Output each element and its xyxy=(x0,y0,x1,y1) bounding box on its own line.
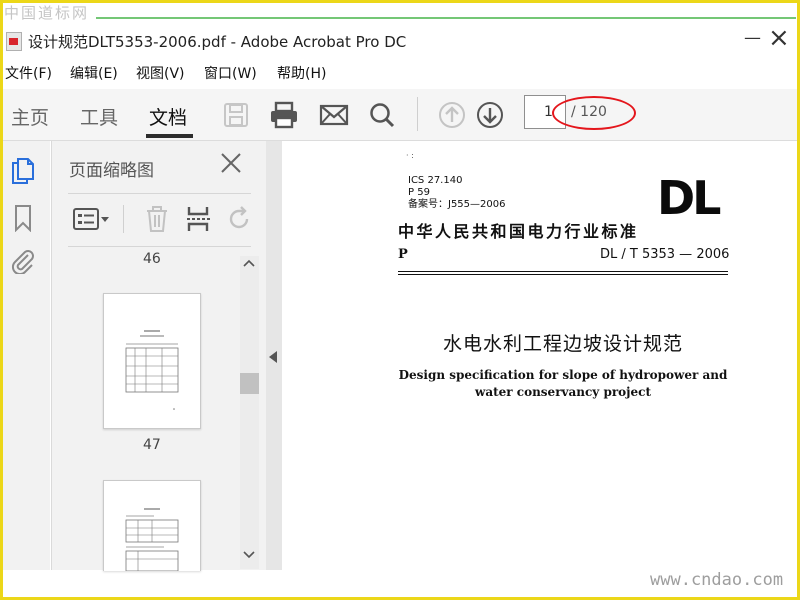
tab-document[interactable]: 文档 xyxy=(149,103,187,130)
document-english-title: Design specification for slope of hydrop… xyxy=(398,368,728,382)
menu-view[interactable]: 视图(V) xyxy=(136,63,185,83)
panel-close-icon[interactable] xyxy=(220,152,242,174)
bookmark-icon[interactable] xyxy=(8,203,38,233)
menu-edit[interactable]: 编辑(E) xyxy=(70,63,118,83)
thumbnail-options-icon[interactable] xyxy=(71,203,113,235)
toolbar-separator xyxy=(417,97,418,131)
menu-file[interactable]: 文件(F) xyxy=(5,63,52,83)
menu-window[interactable]: 窗口(W) xyxy=(204,63,257,83)
standard-title: 中华人民共和国电力行业标准 xyxy=(398,222,639,241)
page-down-icon[interactable] xyxy=(474,99,506,131)
thumbnail-label: 47 xyxy=(143,437,161,453)
page-up-icon[interactable] xyxy=(436,99,468,131)
toolbar xyxy=(3,89,797,141)
extract-icon[interactable] xyxy=(183,203,215,235)
tab-home[interactable]: 主页 xyxy=(11,103,49,130)
tab-tools[interactable]: 工具 xyxy=(80,103,118,130)
menu-help[interactable]: 帮助(H) xyxy=(277,63,326,83)
collapse-panel-icon[interactable] xyxy=(269,351,277,363)
rotate-icon[interactable] xyxy=(223,203,255,235)
search-icon[interactable] xyxy=(366,99,398,131)
thumbnail-label: 46 xyxy=(143,251,161,267)
watermark-top: 中国道标网 xyxy=(4,4,90,22)
close-window-button[interactable]: × xyxy=(768,25,790,51)
email-icon[interactable] xyxy=(318,99,350,131)
page-thumbnails-icon[interactable] xyxy=(8,156,38,186)
doc-p-label: P xyxy=(398,247,408,262)
panel-pointer xyxy=(40,164,48,178)
save-icon[interactable] xyxy=(220,99,252,131)
document-chinese-title: 水电水利工程边坡设计规范 xyxy=(442,333,683,355)
page-thumbnail[interactable] xyxy=(103,480,201,572)
document-english-title-line2: water conservancy project xyxy=(474,385,651,399)
panel-divider xyxy=(68,246,251,247)
pdf-file-icon xyxy=(6,32,22,51)
dl-logo: DL xyxy=(657,171,721,225)
active-tab-indicator xyxy=(146,134,193,138)
minimize-button[interactable]: — xyxy=(744,28,761,48)
panel-divider xyxy=(68,193,251,194)
doc-ics: ICS 27.140 xyxy=(408,175,463,186)
scroll-up-icon[interactable] xyxy=(243,259,255,270)
window-title: 设计规范DLT5353-2006.pdf - Adobe Acrobat Pro… xyxy=(28,33,407,51)
panel-tool-separator xyxy=(123,205,124,233)
watermark-bottom: www.cndao.com xyxy=(650,570,784,590)
delete-icon[interactable] xyxy=(141,203,173,235)
doc-p59: P 59 xyxy=(408,187,430,198)
standard-code: DL / T 5353 — 2006 xyxy=(600,247,730,262)
header-rule xyxy=(398,274,728,275)
watermark-line xyxy=(96,17,796,19)
panel-title: 页面缩略图 xyxy=(69,161,154,181)
thumbnail-scrollbar[interactable] xyxy=(240,256,259,569)
scroll-down-icon[interactable] xyxy=(243,551,255,562)
header-rule xyxy=(398,271,728,272)
page-thumbnail[interactable] xyxy=(103,293,201,429)
doc-record-number: 备案号：J555—2006 xyxy=(408,199,506,210)
attachment-icon[interactable] xyxy=(8,245,38,275)
print-icon[interactable] xyxy=(268,99,300,131)
doc-marker: · : xyxy=(406,151,414,160)
annotation-ellipse xyxy=(552,96,636,130)
scrollbar-thumb[interactable] xyxy=(240,373,259,394)
